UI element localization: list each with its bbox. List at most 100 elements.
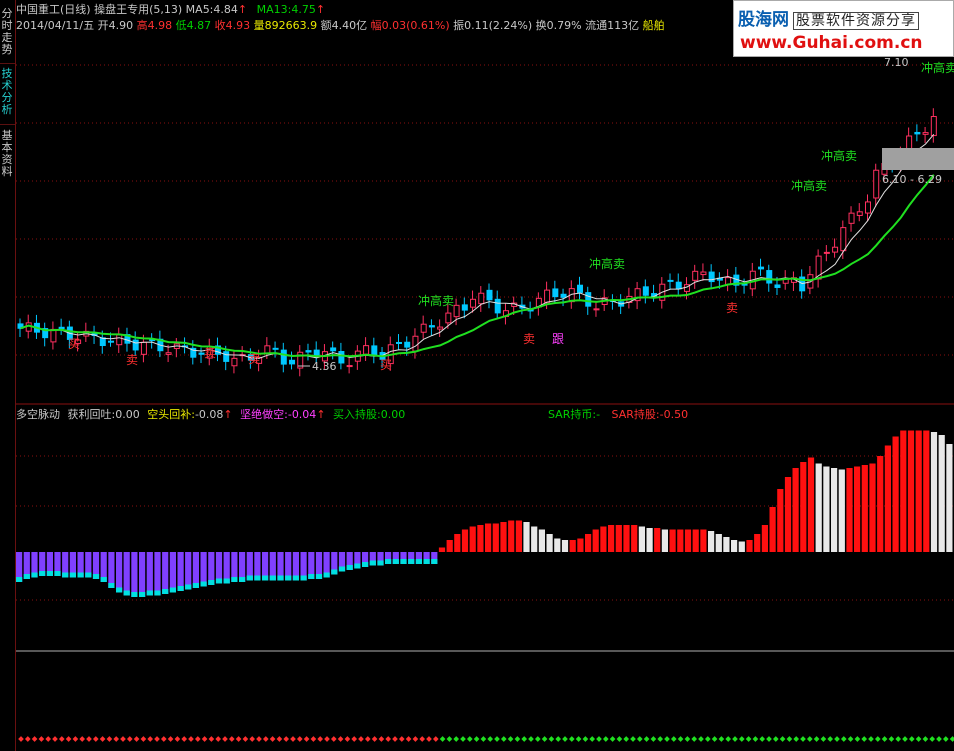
indicator-bar-edge bbox=[262, 575, 269, 581]
signal-dot bbox=[303, 736, 310, 742]
indicator-bar bbox=[515, 520, 522, 552]
signal-dot bbox=[616, 736, 623, 742]
indicator-bar bbox=[784, 477, 792, 552]
ma5-arrow-icon: ↑ bbox=[237, 3, 248, 16]
signal-dot bbox=[371, 736, 378, 742]
signal-dot bbox=[262, 736, 269, 742]
tab-time-sharing[interactable]: 分时走势 bbox=[1, 8, 13, 56]
indicator-bar-edge bbox=[192, 583, 199, 588]
indicator-bar bbox=[569, 540, 576, 552]
indicator-bar-edge bbox=[223, 578, 230, 584]
stock-title: 中国重工(日线) bbox=[16, 3, 91, 16]
signal-dot bbox=[630, 736, 636, 742]
indicator-bar bbox=[731, 540, 738, 552]
indicator-bar-edge bbox=[431, 559, 438, 564]
candle-body bbox=[437, 326, 444, 330]
candle-body bbox=[848, 212, 855, 224]
indicator-bar-edge bbox=[254, 575, 261, 581]
signal-dot bbox=[79, 736, 86, 742]
quote-low: 低4.87 bbox=[175, 19, 212, 32]
signal-dot bbox=[718, 736, 725, 742]
indicator-bar-edge bbox=[123, 590, 130, 596]
indicator-bar-edge bbox=[308, 574, 315, 579]
signal-dot bbox=[405, 736, 412, 742]
signal-dot bbox=[820, 736, 827, 742]
signal-label: 冲高卖 bbox=[821, 148, 857, 163]
candle-body bbox=[428, 325, 435, 328]
candle-body bbox=[552, 288, 559, 298]
indicator-bar bbox=[123, 552, 130, 596]
indicator-bar bbox=[631, 525, 638, 552]
indicator-bar bbox=[754, 534, 761, 552]
tab-technical-analysis[interactable]: 技术分析 bbox=[1, 68, 13, 116]
indicator-bar-edge bbox=[39, 571, 46, 576]
signal-dot bbox=[562, 736, 568, 742]
signal-dot bbox=[310, 736, 317, 742]
indicator-bar bbox=[623, 525, 630, 552]
indicator-name[interactable]: 多空脉动 bbox=[16, 408, 60, 421]
indicator-bar bbox=[708, 531, 715, 552]
signal-dot bbox=[908, 736, 915, 742]
up-arrow-icon: ↑ bbox=[316, 408, 326, 421]
signal-dot bbox=[575, 736, 582, 742]
candle-body bbox=[478, 292, 485, 305]
quote-sector[interactable]: 船舶 bbox=[643, 19, 665, 32]
indicator-bar bbox=[108, 552, 115, 588]
indicator-bar-edge bbox=[69, 572, 76, 578]
signal-dot bbox=[324, 736, 330, 742]
indicator-bar bbox=[723, 537, 730, 552]
candle-body bbox=[494, 298, 501, 314]
signal-dot bbox=[582, 736, 589, 742]
indicator-bar bbox=[185, 552, 192, 590]
signal-dot bbox=[541, 736, 548, 742]
signal-dot bbox=[242, 736, 249, 742]
candle-body bbox=[280, 349, 287, 365]
signal-dot bbox=[65, 736, 72, 742]
signal-dot bbox=[480, 736, 487, 742]
signal-dot bbox=[249, 736, 256, 742]
indicator-bar bbox=[538, 529, 545, 552]
signal-dot bbox=[915, 736, 922, 742]
indicator-bar bbox=[815, 463, 822, 552]
signal-dot bbox=[296, 736, 303, 742]
indicator-bar-edge bbox=[239, 577, 246, 582]
indicator-bar bbox=[777, 489, 784, 552]
signal-dot bbox=[772, 736, 779, 742]
quote-float: 流通113亿 bbox=[585, 19, 640, 32]
signal-dot bbox=[269, 736, 276, 742]
signal-dot bbox=[745, 736, 752, 742]
indicator-bar-edge bbox=[92, 574, 100, 579]
indicator-bar bbox=[769, 507, 776, 552]
indicator-bar-edge bbox=[139, 592, 146, 597]
indicator-bar bbox=[923, 430, 930, 552]
signal-dot bbox=[351, 736, 358, 742]
candle-body bbox=[108, 340, 115, 343]
indicator-bar-edge bbox=[16, 577, 23, 582]
signal-dot bbox=[147, 736, 154, 742]
signal-dot bbox=[861, 736, 868, 742]
indicator-bar-edge bbox=[100, 577, 107, 582]
signal-dot bbox=[868, 736, 874, 742]
signal-dot bbox=[766, 736, 772, 742]
signal-dot bbox=[337, 736, 344, 742]
indicator-bar bbox=[831, 468, 838, 552]
indicator-bar bbox=[792, 468, 799, 552]
range-highlight-box bbox=[882, 148, 954, 170]
indicator-bar-edge bbox=[392, 559, 399, 564]
indicator-bar bbox=[900, 430, 907, 552]
signal-dot bbox=[759, 736, 766, 742]
indicator-bar bbox=[139, 552, 146, 597]
signal-dot bbox=[800, 736, 806, 742]
signal-dot bbox=[283, 736, 290, 742]
candle-body bbox=[272, 347, 279, 350]
indicator-bar bbox=[877, 456, 884, 552]
signal-dot bbox=[623, 736, 630, 742]
chart-canvas[interactable]: 买卖卖卖买冲高卖卖 跟冲高卖卖冲高卖冲高卖冲高卖4.367.106.10 - 6.… bbox=[16, 0, 954, 751]
chart-area[interactable]: 买卖卖卖买冲高卖卖跟冲高卖卖冲高卖 冲高卖 冲高卖 4.36 7.10 6.10 - 6.… bbox=[16, 0, 954, 751]
candle-body bbox=[165, 352, 172, 355]
indicator-short-cover: 空头回补:-0.08↑ bbox=[147, 408, 232, 421]
candle-body bbox=[420, 323, 427, 333]
ma5-line bbox=[20, 133, 935, 359]
tab-fundamentals[interactable]: 基本资料 bbox=[1, 130, 13, 178]
candle-body bbox=[223, 351, 230, 362]
